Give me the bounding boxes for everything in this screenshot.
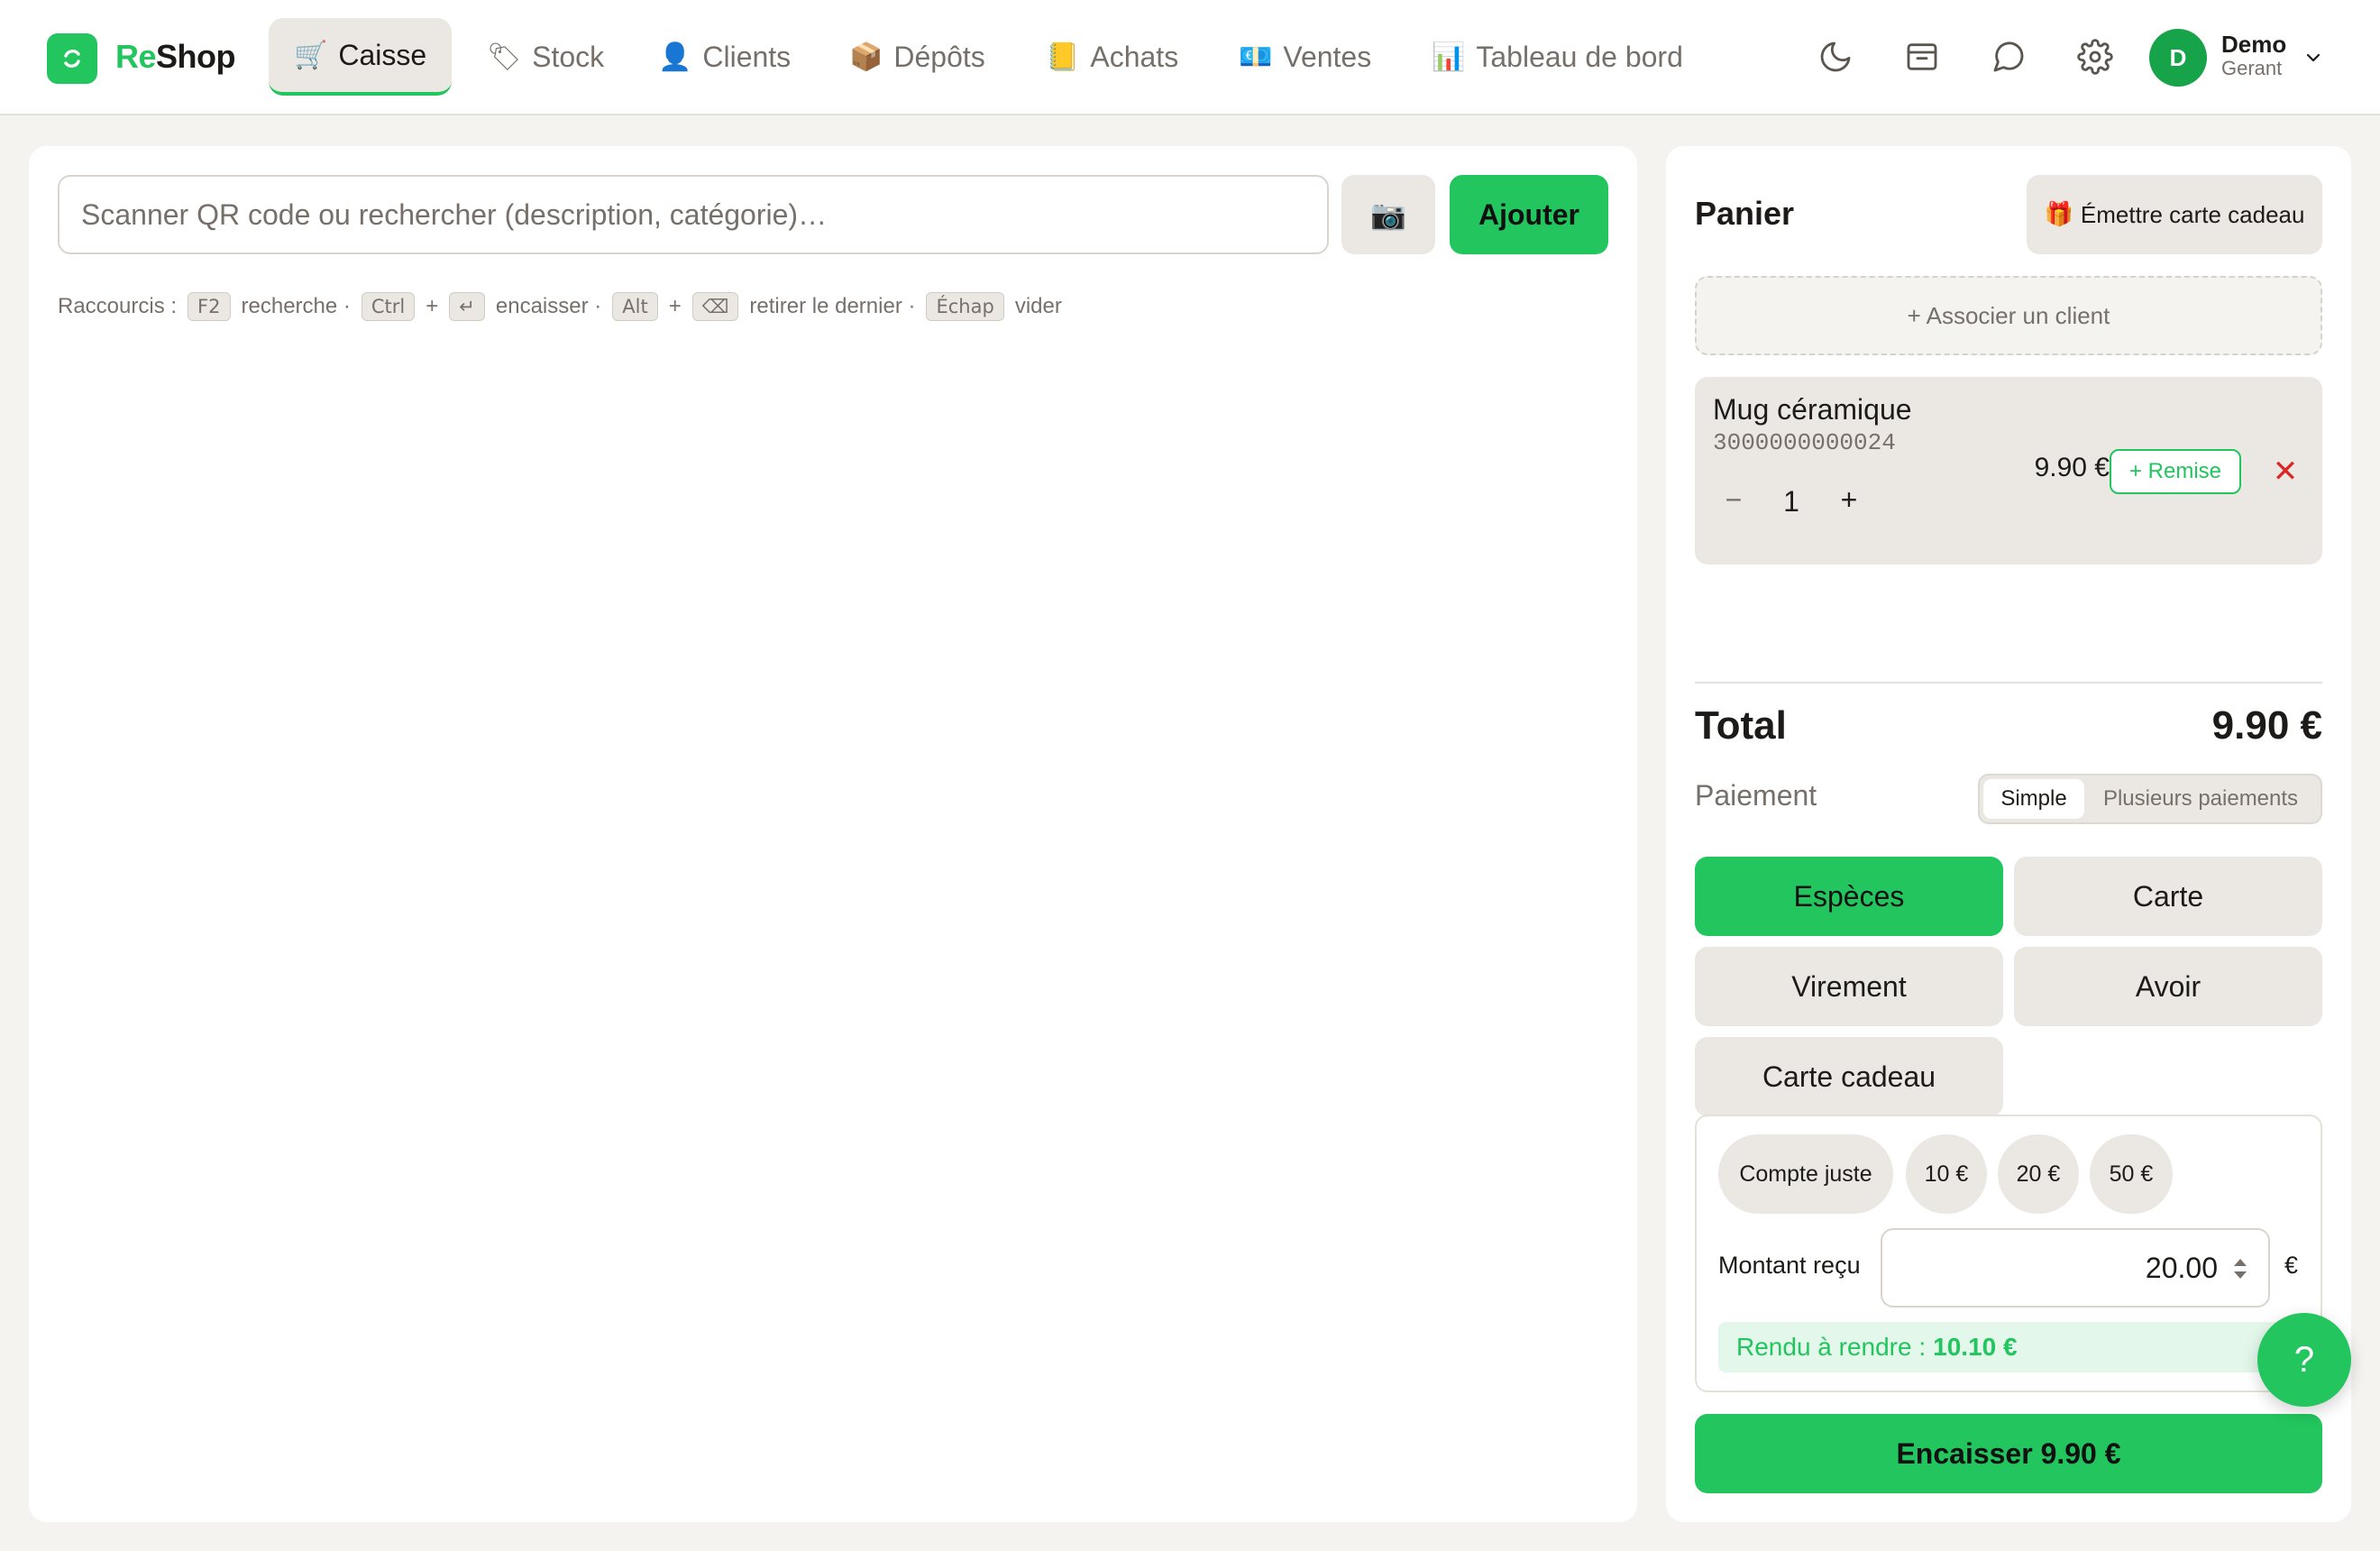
change-due-box: Rendu à rendre : 10.10 €: [1718, 1322, 2304, 1372]
qty-decrement-button[interactable]: −: [1720, 483, 1747, 517]
cart-title: Panier: [1695, 195, 1795, 232]
associate-client-button[interactable]: + Associer un client: [1695, 276, 2322, 355]
product-search-panel: 📷 Ajouter Raccourcis : F2 recherche · Ct…: [29, 146, 1637, 1522]
ledger-icon: 📒: [1046, 41, 1080, 73]
euro-banknote-icon: 💶: [1239, 41, 1273, 73]
divider: [1695, 682, 2322, 684]
cart-icon: 🛒: [294, 39, 328, 71]
amount-10-chip[interactable]: 10 €: [1906, 1134, 1987, 1214]
kbd-backspace: ⌫: [691, 292, 739, 321]
kbd-alt: Alt: [612, 292, 658, 321]
help-button[interactable]: ?: [2257, 1313, 2351, 1407]
qty-value: 1: [1783, 485, 1799, 518]
reshop-logo-icon[interactable]: [47, 33, 97, 84]
change-value: 10.10 €: [1933, 1333, 2018, 1361]
archive-icon[interactable]: [1901, 36, 1943, 78]
shortcuts-label: Raccourcis :: [58, 294, 178, 318]
total-value: 9.90 €: [2211, 703, 2322, 748]
mode-multi-option[interactable]: Plusieurs paiements: [2084, 779, 2317, 819]
amount-20-chip[interactable]: 20 €: [1998, 1134, 2079, 1214]
pay-card-button[interactable]: Carte: [2014, 857, 2322, 936]
pay-transfer-button[interactable]: Virement: [1695, 947, 2003, 1026]
app-logo-text[interactable]: ReShop: [115, 38, 236, 76]
camera-scan-button[interactable]: 📷: [1341, 175, 1435, 254]
currency-symbol: €: [2284, 1252, 2299, 1279]
received-amount-input[interactable]: [1881, 1228, 2270, 1308]
kbd-f2: F2: [188, 292, 231, 321]
mode-simple-option[interactable]: Simple: [1983, 779, 2084, 819]
discount-button[interactable]: + Remise: [2110, 449, 2241, 494]
payment-label: Paiement: [1695, 779, 1817, 812]
checkout-button[interactable]: Encaisser 9.90 €: [1695, 1414, 2322, 1493]
pay-credit-note-button[interactable]: Avoir: [2014, 947, 2322, 1026]
payment-mode-toggle: Simple Plusieurs paiements: [1978, 774, 2322, 824]
camera-icon: 📷: [1370, 197, 1406, 232]
add-button[interactable]: Ajouter: [1450, 175, 1608, 254]
tag-icon: 🏷: [487, 41, 522, 73]
number-spinner-icon[interactable]: [2230, 1253, 2250, 1284]
qty-increment-button[interactable]: +: [1835, 483, 1863, 517]
top-navbar: ReShop 🛒 Caisse 🏷 Stock 👤 Clients 📦 Dépô…: [0, 0, 2380, 115]
tab-caisse[interactable]: 🛒 Caisse: [269, 18, 453, 96]
tab-label: Ventes: [1283, 40, 1372, 73]
cart-panel: Panier 🎁 Émettre carte cadeau + Associer…: [1666, 146, 2351, 1522]
user-name[interactable]: Demo: [2221, 31, 2286, 59]
shortcut-plus: +: [668, 294, 682, 318]
tab-clients[interactable]: 👤 Clients: [633, 18, 816, 96]
remove-item-icon[interactable]: ✕: [2263, 449, 2308, 494]
tab-depots[interactable]: 📦 Dépôts: [824, 18, 1011, 96]
pay-gift-card-button[interactable]: Carte cadeau: [1695, 1037, 2003, 1116]
tab-stock[interactable]: 🏷 Stock: [462, 18, 629, 96]
tab-label: Clients: [702, 40, 792, 73]
amount-50-chip[interactable]: 50 €: [2090, 1134, 2173, 1214]
gift-icon: 🎁: [2044, 201, 2073, 228]
tab-label: Dépôts: [893, 40, 985, 73]
shortcut-text: retirer le dernier ·: [749, 294, 916, 318]
user-role: Gerant: [2221, 57, 2283, 79]
kbd-escape: Échap: [926, 292, 1004, 321]
total-label: Total: [1695, 703, 1787, 748]
tab-achats[interactable]: 📒 Achats: [1021, 18, 1204, 96]
received-amount-label: Montant reçu: [1718, 1252, 1861, 1279]
search-input[interactable]: [58, 175, 1329, 254]
tab-label: Caisse: [338, 38, 427, 71]
chevron-down-icon[interactable]: [2302, 47, 2324, 73]
moon-icon[interactable]: [1815, 36, 1856, 78]
shortcut-text: encaisser ·: [495, 294, 602, 318]
shortcut-plus: +: [426, 294, 439, 318]
shortcuts-hint: Raccourcis : F2 recherche · Ctrl + ↵ enc…: [58, 289, 1062, 325]
gift-button-label: Émettre carte cadeau: [2080, 200, 2305, 228]
kbd-ctrl: Ctrl: [361, 292, 416, 321]
exact-amount-chip[interactable]: Compte juste: [1718, 1134, 1893, 1214]
cash-entry-box: Compte juste 10 € 20 € 50 € Montant reçu…: [1695, 1115, 2322, 1392]
package-icon: 📦: [849, 41, 883, 73]
item-price: 9.90 €: [2034, 453, 2110, 482]
user-icon: 👤: [658, 41, 692, 73]
change-label: Rendu à rendre :: [1736, 1333, 1927, 1361]
gear-icon[interactable]: [2074, 36, 2116, 78]
pay-cash-button[interactable]: Espèces: [1695, 857, 2003, 936]
cart-item: Mug céramique 3000000000024 − 1 + 9.90 €…: [1695, 377, 2322, 564]
tab-tableau-de-bord[interactable]: 📊 Tableau de bord: [1406, 18, 1708, 96]
chat-icon[interactable]: [1988, 36, 2029, 78]
shortcut-text: vider: [1014, 294, 1062, 318]
shortcut-text: recherche ·: [241, 294, 351, 318]
tab-label: Tableau de bord: [1476, 40, 1683, 73]
tab-label: Achats: [1090, 40, 1179, 73]
issue-gift-card-button[interactable]: 🎁 Émettre carte cadeau: [2027, 175, 2322, 254]
item-name: Mug céramique: [1713, 393, 1912, 426]
bar-chart-icon: 📊: [1432, 41, 1466, 73]
item-barcode: 3000000000024: [1713, 429, 1896, 456]
avatar[interactable]: D: [2149, 29, 2207, 87]
tab-label: Stock: [532, 40, 605, 73]
tab-ventes[interactable]: 💶 Ventes: [1213, 18, 1396, 96]
kbd-enter: ↵: [449, 292, 485, 321]
